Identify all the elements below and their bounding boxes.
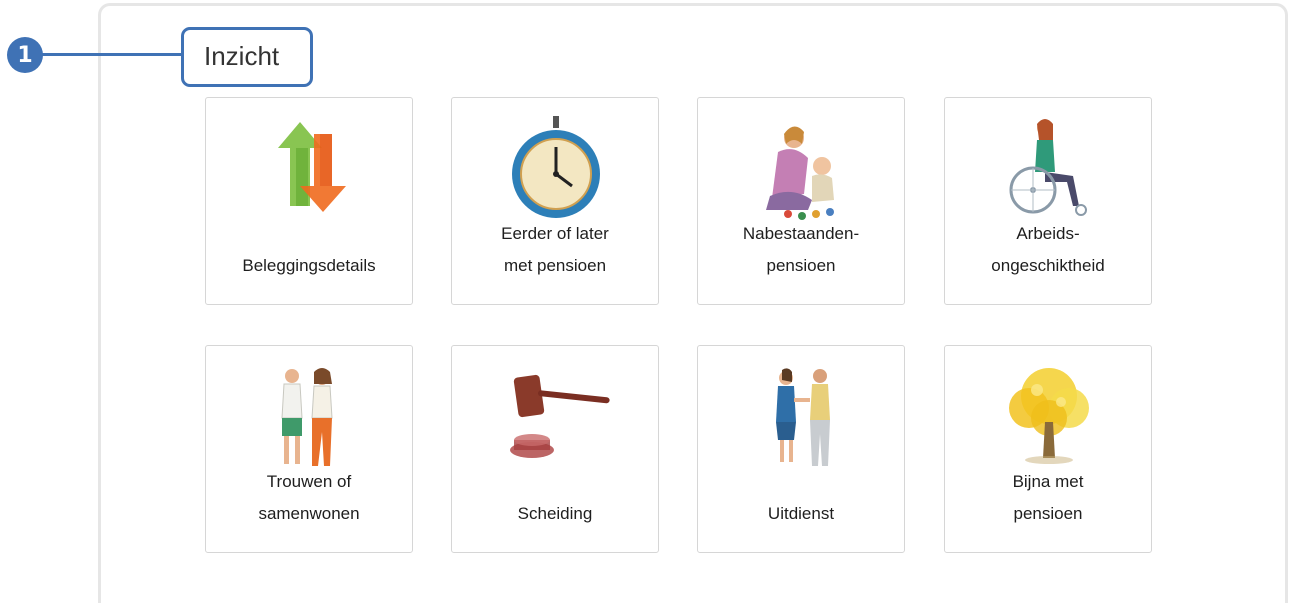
tile-label-line2: Scheiding	[517, 504, 593, 523]
tile-uitdienst[interactable]: Uitdienst	[697, 345, 905, 553]
tile-label-line2: pensioen	[1013, 504, 1083, 523]
tile-eerder-of-later[interactable]: Eerder of later met pensioen	[451, 97, 659, 305]
tile-scheiding[interactable]: Scheiding	[451, 345, 659, 553]
tile-label-line1: Eerder of later	[501, 224, 609, 243]
tile-label-line2: Uitdienst	[767, 504, 835, 523]
tile-label: Scheiding	[458, 470, 652, 530]
tile-label: Arbeids- ongeschiktheid	[951, 222, 1145, 282]
tile-label: Trouwen of samenwonen	[212, 470, 406, 530]
handshake-icon	[776, 368, 830, 466]
tile-label-line2: pensioen	[766, 256, 836, 275]
tile-label-line2: met pensioen	[503, 256, 607, 275]
tile-label-line2: samenwonen	[258, 504, 360, 523]
tile-nabestaandenpensioen[interactable]: Nabestaanden- pensioen	[697, 97, 905, 305]
callout-badge: 1	[7, 37, 43, 73]
section-title: Inzicht	[204, 41, 280, 71]
callout-connector-line	[42, 53, 182, 56]
gavel-icon	[510, 374, 610, 458]
arrows-up-down-icon	[278, 122, 346, 212]
golden-tree-icon	[1009, 368, 1089, 464]
tile-label-line1: Trouwen of	[266, 472, 352, 491]
tile-label-line1: Nabestaanden-	[742, 224, 860, 243]
couple-walking-icon	[281, 368, 333, 466]
clock-icon	[512, 116, 600, 218]
tile-arbeidsongeschiktheid[interactable]: Arbeids- ongeschiktheid	[944, 97, 1152, 305]
wheelchair-icon	[1009, 119, 1087, 216]
tile-label: Nabestaanden- pensioen	[704, 222, 898, 282]
mother-child-icon	[766, 126, 834, 220]
tile-bijna-met-pensioen[interactable]: Bijna met pensioen	[944, 345, 1152, 553]
tile-beleggingsdetails[interactable]: Beleggingsdetails	[205, 97, 413, 305]
tile-trouwen-of-samenwonen[interactable]: Trouwen of samenwonen	[205, 345, 413, 553]
tile-label-line1: Bijna met	[1012, 472, 1084, 491]
tile-label: Eerder of later met pensioen	[458, 222, 652, 282]
tile-label-line2: Beleggingsdetails	[242, 256, 376, 275]
tile-label: Bijna met pensioen	[951, 470, 1145, 530]
tile-label: Beleggingsdetails	[212, 222, 406, 282]
tile-label: Uitdienst	[704, 470, 898, 530]
tile-label-line1: Arbeids-	[1016, 224, 1080, 243]
tile-label-line2: ongeschiktheid	[991, 256, 1105, 275]
